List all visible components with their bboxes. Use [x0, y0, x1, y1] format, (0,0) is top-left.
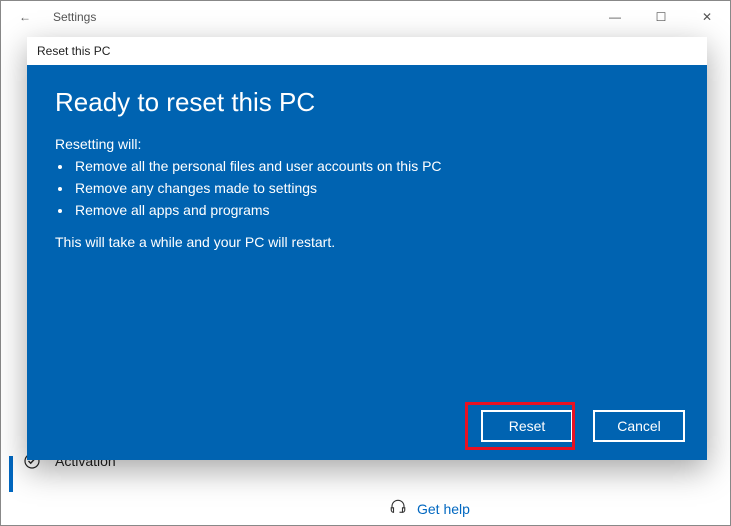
selected-indicator [9, 456, 13, 492]
reset-pc-dialog: Reset this PC Ready to reset this PC Res… [27, 37, 707, 460]
get-help-label: Get help [417, 501, 470, 517]
get-help-link[interactable]: Get help [389, 498, 470, 519]
dialog-titlebar: Reset this PC [27, 37, 707, 65]
list-item: Remove any changes made to settings [73, 180, 679, 196]
dialog-lead: Resetting will: [55, 136, 679, 152]
close-icon: ✕ [702, 10, 712, 24]
dialog-heading: Ready to reset this PC [55, 87, 679, 118]
window-title: Settings [49, 10, 96, 24]
list-item: Remove all the personal files and user a… [73, 158, 679, 174]
headset-icon [389, 498, 407, 519]
reset-button[interactable]: Reset [481, 410, 573, 442]
close-button[interactable]: ✕ [684, 1, 730, 33]
dialog-title: Reset this PC [37, 44, 110, 58]
cancel-button[interactable]: Cancel [593, 410, 685, 442]
dialog-body: Ready to reset this PC Resetting will: R… [27, 65, 707, 460]
maximize-icon: ☐ [656, 10, 667, 24]
list-item: Remove all apps and programs [73, 202, 679, 218]
dialog-bullet-list: Remove all the personal files and user a… [55, 158, 679, 218]
minimize-icon: — [609, 10, 621, 24]
settings-titlebar: ← Settings — ☐ ✕ [1, 1, 730, 33]
maximize-button[interactable]: ☐ [638, 1, 684, 33]
back-button[interactable]: ← [1, 1, 49, 33]
dialog-button-row: Reset Cancel [481, 410, 685, 442]
back-arrow-icon: ← [19, 10, 31, 24]
minimize-button[interactable]: — [592, 1, 638, 33]
dialog-note: This will take a while and your PC will … [55, 234, 679, 250]
